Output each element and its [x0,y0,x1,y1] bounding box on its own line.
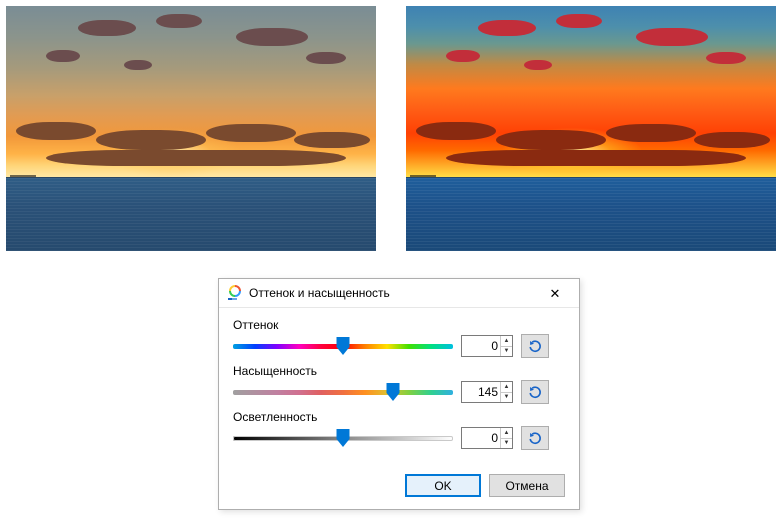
hue-step-up[interactable]: ▲ [501,336,512,347]
image-preview-original [6,6,376,251]
cloud [46,50,80,62]
saturation-step-up[interactable]: ▲ [501,382,512,393]
app-icon [227,285,243,301]
saturation-row: Насыщенность ▲ ▼ [233,364,565,404]
cloud [556,14,602,28]
cloud [294,132,370,148]
saturation-step-down[interactable]: ▼ [501,393,512,403]
lightness-input[interactable] [462,428,500,448]
cloud [236,28,308,46]
workspace: Оттенок и насыщенность ✕ Оттенок [0,0,781,520]
hue-slider[interactable] [233,336,453,356]
cancel-button[interactable]: Отмена [489,474,565,497]
cloud [78,20,136,36]
cloud [156,14,202,28]
hue-label: Оттенок [233,318,565,332]
hue-input[interactable] [462,336,500,356]
hue-saturation-dialog: Оттенок и насыщенность ✕ Оттенок [218,278,580,510]
titlebar[interactable]: Оттенок и насыщенность ✕ [219,279,579,308]
slider-thumb-icon[interactable] [337,337,350,355]
cloud [124,60,152,70]
image-preview-saturated [406,6,776,251]
cloud [496,130,606,150]
cloud [206,124,296,142]
sea-gradient [406,177,776,252]
cloud [606,124,696,142]
lightness-step-down[interactable]: ▼ [501,439,512,449]
cloud [446,150,746,166]
undo-arrow-icon [528,431,542,445]
slider-thumb-icon[interactable] [386,383,399,401]
close-icon: ✕ [550,287,561,300]
undo-arrow-icon [528,339,542,353]
hue-spinbox[interactable]: ▲ ▼ [461,335,513,357]
lightness-step-up[interactable]: ▲ [501,428,512,439]
undo-arrow-icon [528,385,542,399]
lightness-reset-button[interactable] [521,426,549,450]
cloud [16,122,96,140]
lightness-spinbox[interactable]: ▲ ▼ [461,427,513,449]
cloud [416,122,496,140]
sea-gradient [6,177,376,252]
lightness-slider[interactable] [233,428,453,448]
cloud [706,52,746,64]
cloud [524,60,552,70]
saturation-spinbox[interactable]: ▲ ▼ [461,381,513,403]
cloud [636,28,708,46]
cloud [446,50,480,62]
hue-step-down[interactable]: ▼ [501,347,512,357]
lightness-row: Осветленность ▲ ▼ [233,410,565,450]
hue-reset-button[interactable] [521,334,549,358]
cloud [306,52,346,64]
cloud [478,20,536,36]
cloud [96,130,206,150]
saturation-label: Насыщенность [233,364,565,378]
cloud [46,150,346,166]
saturation-reset-button[interactable] [521,380,549,404]
cloud [694,132,770,148]
saturation-slider[interactable] [233,382,453,402]
dialog-footer: OK Отмена [219,466,579,509]
saturation-input[interactable] [462,382,500,402]
dialog-title: Оттенок и насыщенность [249,286,537,300]
dialog-body: Оттенок ▲ ▼ [219,308,579,466]
slider-thumb-icon[interactable] [337,429,350,447]
hue-row: Оттенок ▲ ▼ [233,318,565,358]
saturation-track [233,390,453,395]
ok-button[interactable]: OK [405,474,481,497]
lightness-label: Осветленность [233,410,565,424]
close-button[interactable]: ✕ [537,282,573,304]
